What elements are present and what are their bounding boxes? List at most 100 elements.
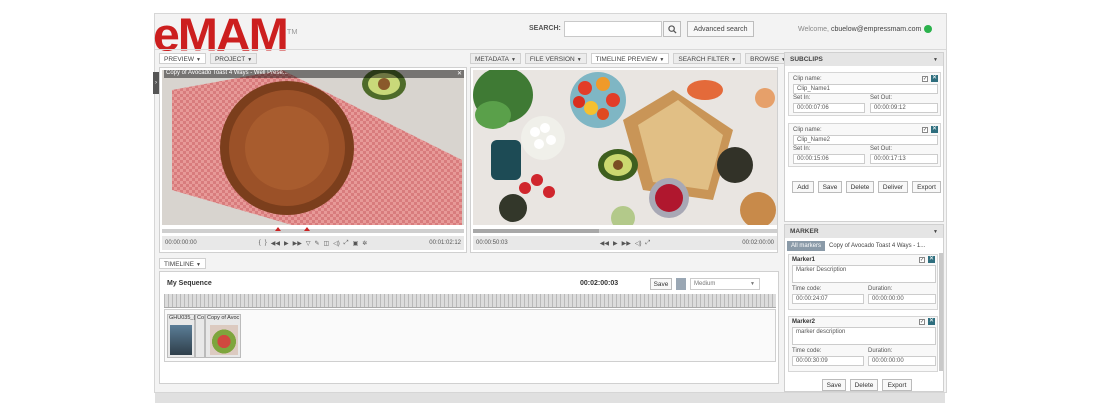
marker-header[interactable]: MARKER ▼ [785,225,943,238]
mark-in-icon[interactable]: { [259,240,261,247]
marker-in-icon[interactable] [275,227,281,231]
clip-name-label: Clip name: [793,76,822,82]
timeline-controls: 00:00:50:03 ◀◀ ▶ ▶▶ ◁) ⤢ 00:02:00:00 [473,236,777,250]
timeline-tabbar: TIMELINE ▼ [159,257,206,270]
set-in-label: Set In: [793,95,811,101]
checkbox[interactable]: ✓ [922,127,928,133]
pen-icon[interactable]: ✎ [314,240,319,247]
mark-out-icon[interactable]: } [265,240,267,247]
sequence-name: My Sequence [167,280,212,287]
marker-name: Marker1 [792,257,816,263]
tab-metadata[interactable]: METADATA ▼ [470,53,521,64]
set-out-field[interactable]: 00:00:17:13 [870,154,938,164]
timeline-clip[interactable]: Copy of Avoc [205,314,241,358]
clip-name-field[interactable]: Clip_Name1 [793,84,938,94]
timeline-preview-player: 00:00:50:03 ◀◀ ▶ ▶▶ ◁) ⤢ 00:02:00:00 [470,67,778,253]
checkbox[interactable]: ✓ [922,76,928,82]
set-out-label: Set Out: [870,95,893,101]
timeline-save-button[interactable]: Save [650,278,672,290]
set-in-field[interactable]: 00:00:15:06 [793,154,865,164]
search-button[interactable] [663,21,681,37]
tab-file-version[interactable]: FILE VERSION ▼ [524,53,587,64]
tab-asset-markers[interactable]: Copy of Avocado Toast 4 Ways - 1... [829,241,941,251]
tab-timeline-preview[interactable]: TIMELINE PREVIEW ▼ [590,53,670,64]
volume-icon[interactable]: ◁) [635,240,642,247]
fast-forward-icon[interactable]: ▶▶ [622,240,631,247]
duration-field[interactable]: 00:00:00:00 [868,356,936,366]
volume-icon[interactable]: ◁) [333,240,340,247]
marker-delete-button[interactable]: Delete [850,379,878,391]
user-email[interactable]: cbuelow@empressmam.com [831,26,921,33]
marker-icon[interactable]: ▽ [306,240,311,247]
timeline-scrubber[interactable] [473,229,777,233]
timeline-clip[interactable]: Co [195,314,205,358]
close-icon[interactable]: ✕ [457,70,462,77]
delete-icon[interactable]: ✕ [928,318,935,325]
duration-label: Duration: [868,286,893,292]
search-input[interactable] [564,21,662,37]
preview-video-image [162,70,464,225]
preview-control-icons: { } ◀◀ ▶ ▶▶ ▽ ✎ ◫ ◁) ⤢ ▣ ✲ [259,240,368,247]
subclip-deliver-button[interactable]: Deliver [878,181,908,193]
header-divider [155,49,946,50]
subclip-save-button[interactable]: Save [818,181,842,193]
time-code-field[interactable]: 00:00:30:09 [792,356,864,366]
timeline-duration: 00:02:00:00 [742,240,774,246]
online-status-icon [924,25,932,33]
play-icon[interactable]: ▶ [613,240,618,247]
checkbox[interactable]: ✓ [919,319,925,325]
marker-save-button[interactable]: Save [822,379,846,391]
advanced-search-button[interactable]: Advanced search [687,21,754,37]
timeline-track[interactable]: GHU035_( Co Copy of Avoc [164,309,776,362]
set-in-field[interactable]: 00:00:07:06 [793,103,865,113]
set-out-field[interactable]: 00:00:09:12 [870,103,938,113]
settings-icon[interactable]: ✲ [362,240,367,247]
subclip-delete-button[interactable]: Delete [846,181,874,193]
grid-icon[interactable] [676,278,686,290]
duration-field[interactable]: 00:00:00:00 [868,294,936,304]
delete-icon[interactable]: ✕ [928,256,935,263]
subclip-export-button[interactable]: Export [912,181,941,193]
timeline-video-frame[interactable] [473,70,777,225]
preview-video-frame[interactable] [162,70,464,225]
tab-search-filter[interactable]: SEARCH FILTER ▼ [673,53,742,64]
marker-description-field[interactable]: marker description [792,327,936,345]
timeline-progress [473,229,599,233]
preview-video-title: Copy of Avocado Toast 4 Ways - Well Pres… [166,70,288,76]
timeline-ruler[interactable] [164,294,776,308]
preview-scrubber[interactable] [162,227,464,233]
time-code-field[interactable]: 00:00:24:07 [792,294,864,304]
fullscreen-icon[interactable]: ⤢ [645,240,650,247]
clip-thumbnail [210,325,238,355]
clip-label: Copy of Avoc [207,315,240,321]
clip-thumbnail [170,325,192,355]
fast-forward-icon[interactable]: ▶▶ [293,240,302,247]
quality-select[interactable]: Medium ▼ [690,278,760,290]
sequence-duration: 00:02:00:03 [580,280,619,287]
tab-project[interactable]: PROJECT ▼ [209,53,258,64]
marker-export-button[interactable]: Export [882,379,912,391]
snapshot-icon[interactable]: ▣ [353,240,359,247]
subclips-header[interactable]: SUBCLIPS ▼ [785,53,943,66]
tab-all-markers[interactable]: All markers [787,241,825,251]
marker-description-field[interactable]: Marker Description [792,265,936,283]
marker-out-icon[interactable] [304,227,310,231]
tab-timeline[interactable]: TIMELINE ▼ [159,258,206,269]
rewind-icon[interactable]: ◀◀ [271,240,280,247]
checkbox[interactable]: ✓ [919,257,925,263]
delete-icon[interactable]: ✕ [931,126,938,133]
audio-icon[interactable]: ◫ [323,240,329,247]
clip-name-field[interactable]: Clip_Name2 [793,135,938,145]
timeline-clip[interactable]: GHU035_( [167,314,195,358]
play-icon[interactable]: ▶ [284,240,289,247]
rewind-icon[interactable]: ◀◀ [600,240,609,247]
time-code-label: Time code: [792,348,822,354]
subclip-add-button[interactable]: Add [792,181,814,193]
tab-preview[interactable]: PREVIEW ▼ [159,53,206,64]
fullscreen-icon[interactable]: ⤢ [344,240,349,247]
delete-icon[interactable]: ✕ [931,75,938,82]
preview-title-bar: Copy of Avocado Toast 4 Ways - Well Pres… [164,70,464,78]
marker-scrollbar[interactable] [939,253,943,371]
clip-label: Co [197,315,205,321]
preview-duration: 00:01:02:12 [429,240,461,246]
